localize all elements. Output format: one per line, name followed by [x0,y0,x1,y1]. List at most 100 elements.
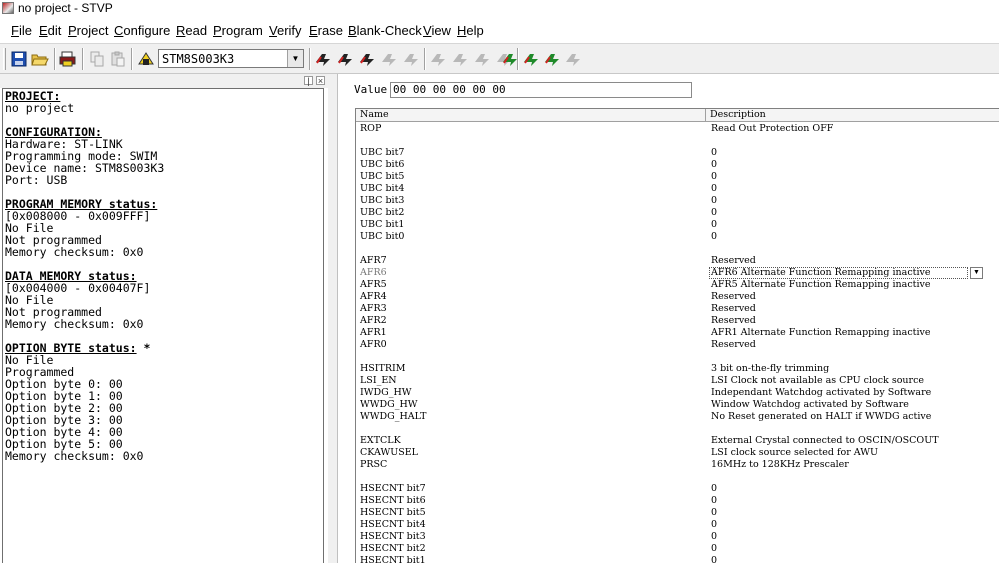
option-description: 0 [711,555,718,563]
copy-icon[interactable] [87,49,107,69]
toolbar-grip[interactable] [3,48,6,70]
table-row[interactable]: AFR1 AFR1 Alternate Function Remapping in… [356,327,999,339]
table-row[interactable] [356,351,999,363]
chevron-down-icon[interactable]: ▼ [287,50,303,67]
table-row[interactable]: HSECNT bit1 0 [356,555,999,563]
window-title: no project - STVP [18,1,113,15]
table-row[interactable] [356,243,999,255]
option-name: HSECNT bit6 [360,495,426,506]
read-disabled-2-icon[interactable] [379,49,399,69]
read-disabled-3-icon[interactable] [401,49,421,69]
table-row[interactable]: UBC bit0 0 [356,231,999,243]
close-icon[interactable]: × [316,76,325,86]
table-row[interactable]: AFR4 Reserved [356,291,999,303]
table-row[interactable]: AFR2 Reserved [356,315,999,327]
table-row[interactable]: LSI_EN LSI Clock not available as CPU clo… [356,375,999,387]
option-description: 0 [711,159,718,170]
value-field[interactable]: 00 00 00 00 00 00 [390,82,692,98]
menu-configure[interactable]: Configure [114,17,170,44]
table-row[interactable]: CKAWUSEL LSI clock source selected for AW… [356,447,999,459]
table-row[interactable]: AFR6 AFR6 Alternate Function Remapping in… [356,267,999,279]
option-description: 0 [711,147,718,158]
panel-splitter[interactable] [328,74,338,563]
table-row[interactable]: AFR3 Reserved [356,303,999,315]
option-description: 0 [711,483,718,494]
table-row[interactable]: UBC bit6 0 [356,159,999,171]
table-row[interactable]: UBC bit5 0 [356,171,999,183]
read-all-icon[interactable] [313,49,333,69]
print-icon[interactable] [58,49,78,69]
table-row[interactable]: UBC bit7 0 [356,147,999,159]
paste-icon[interactable] [108,49,128,69]
table-row[interactable]: HSECNT bit4 0 [356,519,999,531]
table-row[interactable]: UBC bit4 0 [356,183,999,195]
column-header-description[interactable]: Description [706,109,999,121]
table-row[interactable]: ROP Read Out Protection OFF [356,123,999,135]
option-name: HSECNT bit2 [360,543,426,554]
table-row[interactable]: HSECNT bit7 0 [356,483,999,495]
device-select[interactable]: STM8S003K3 ▼ [158,49,304,68]
menu-program[interactable]: Program [213,17,263,44]
table-row[interactable]: EXTCLK External Crystal connected to OSCI… [356,435,999,447]
program-disabled-2-icon[interactable] [450,49,470,69]
table-row[interactable]: HSECNT bit6 0 [356,495,999,507]
device-icon[interactable] [136,49,156,69]
option-name: UBC bit0 [360,231,405,242]
table-row[interactable]: HSECNT bit3 0 [356,531,999,543]
option-description: 0 [711,219,718,230]
menu-help[interactable]: Help [457,17,484,44]
open-icon[interactable] [30,49,50,69]
read-current-icon[interactable] [335,49,355,69]
option-name: EXTCLK [360,435,401,446]
menu-project[interactable]: Project [68,17,108,44]
verify-current-icon[interactable] [521,49,541,69]
option-name: UBC bit4 [360,183,405,194]
column-header-name[interactable]: Name [356,109,706,121]
table-row[interactable]: HSECNT bit2 0 [356,543,999,555]
table-row[interactable] [356,471,999,483]
option-description: 16MHz to 128KHz Prescaler [711,459,849,470]
menu-erase[interactable]: Erase [309,17,343,44]
table-row[interactable]: HSECNT bit5 0 [356,507,999,519]
verify-disabled-icon[interactable] [563,49,583,69]
menu-blank-check[interactable]: Blank-Check [348,17,422,44]
option-name: WWDG_HALT [360,411,427,422]
menu-view[interactable]: View [423,17,451,44]
table-row[interactable]: UBC bit3 0 [356,195,999,207]
info-line: Memory checksum: 0x0 [5,245,144,259]
table-row[interactable]: AFR0 Reserved [356,339,999,351]
verify-2-icon[interactable] [542,49,562,69]
read-disabled-icon[interactable] [357,49,377,69]
save-icon[interactable] [9,49,29,69]
table-row[interactable]: WWDG_HW Window Watchdog activated by Soft… [356,399,999,411]
table-row[interactable]: AFR5 AFR5 Alternate Function Remapping in… [356,279,999,291]
table-row[interactable]: IWDG_HW Independant Watchdog activated by… [356,387,999,399]
menu-verify[interactable]: Verify [269,17,302,44]
verify-icon[interactable] [500,49,520,69]
value-label: Value [354,83,388,96]
table-row[interactable]: UBC bit2 0 [356,207,999,219]
program-disabled-3-icon[interactable] [472,49,492,69]
option-name: HSECNT bit5 [360,507,426,518]
chevron-down-icon[interactable]: ▼ [970,267,983,279]
info-text-area[interactable]: PROJECT: no project CONFIGURATION: Hardware… [2,88,324,563]
table-row[interactable]: HSITRIM 3 bit on-the-fly trimming [356,363,999,375]
pin-icon[interactable]: | [304,76,313,86]
program-disabled-icon[interactable] [428,49,448,69]
table-row[interactable] [356,423,999,435]
table-row[interactable] [356,135,999,147]
option-description: Independant Watchdog activated by Softwa… [711,387,932,398]
table-row[interactable]: WWDG_HALT No Reset generated on HALT if W… [356,411,999,423]
option-description: Reserved [711,339,756,350]
menu-edit[interactable]: Edit [39,17,61,44]
table-row[interactable]: UBC bit1 0 [356,219,999,231]
description-dropdown[interactable] [709,267,968,279]
option-description: 0 [711,543,718,554]
option-description: 0 [711,507,718,518]
menu-file[interactable]: File [11,17,32,44]
table-row[interactable]: AFR7 Reserved [356,255,999,267]
option-name: AFR2 [360,315,387,326]
toolbar: STM8S003K3 ▼ [0,44,999,74]
menu-read[interactable]: Read [176,17,207,44]
table-row[interactable]: PRSC 16MHz to 128KHz Prescaler [356,459,999,471]
